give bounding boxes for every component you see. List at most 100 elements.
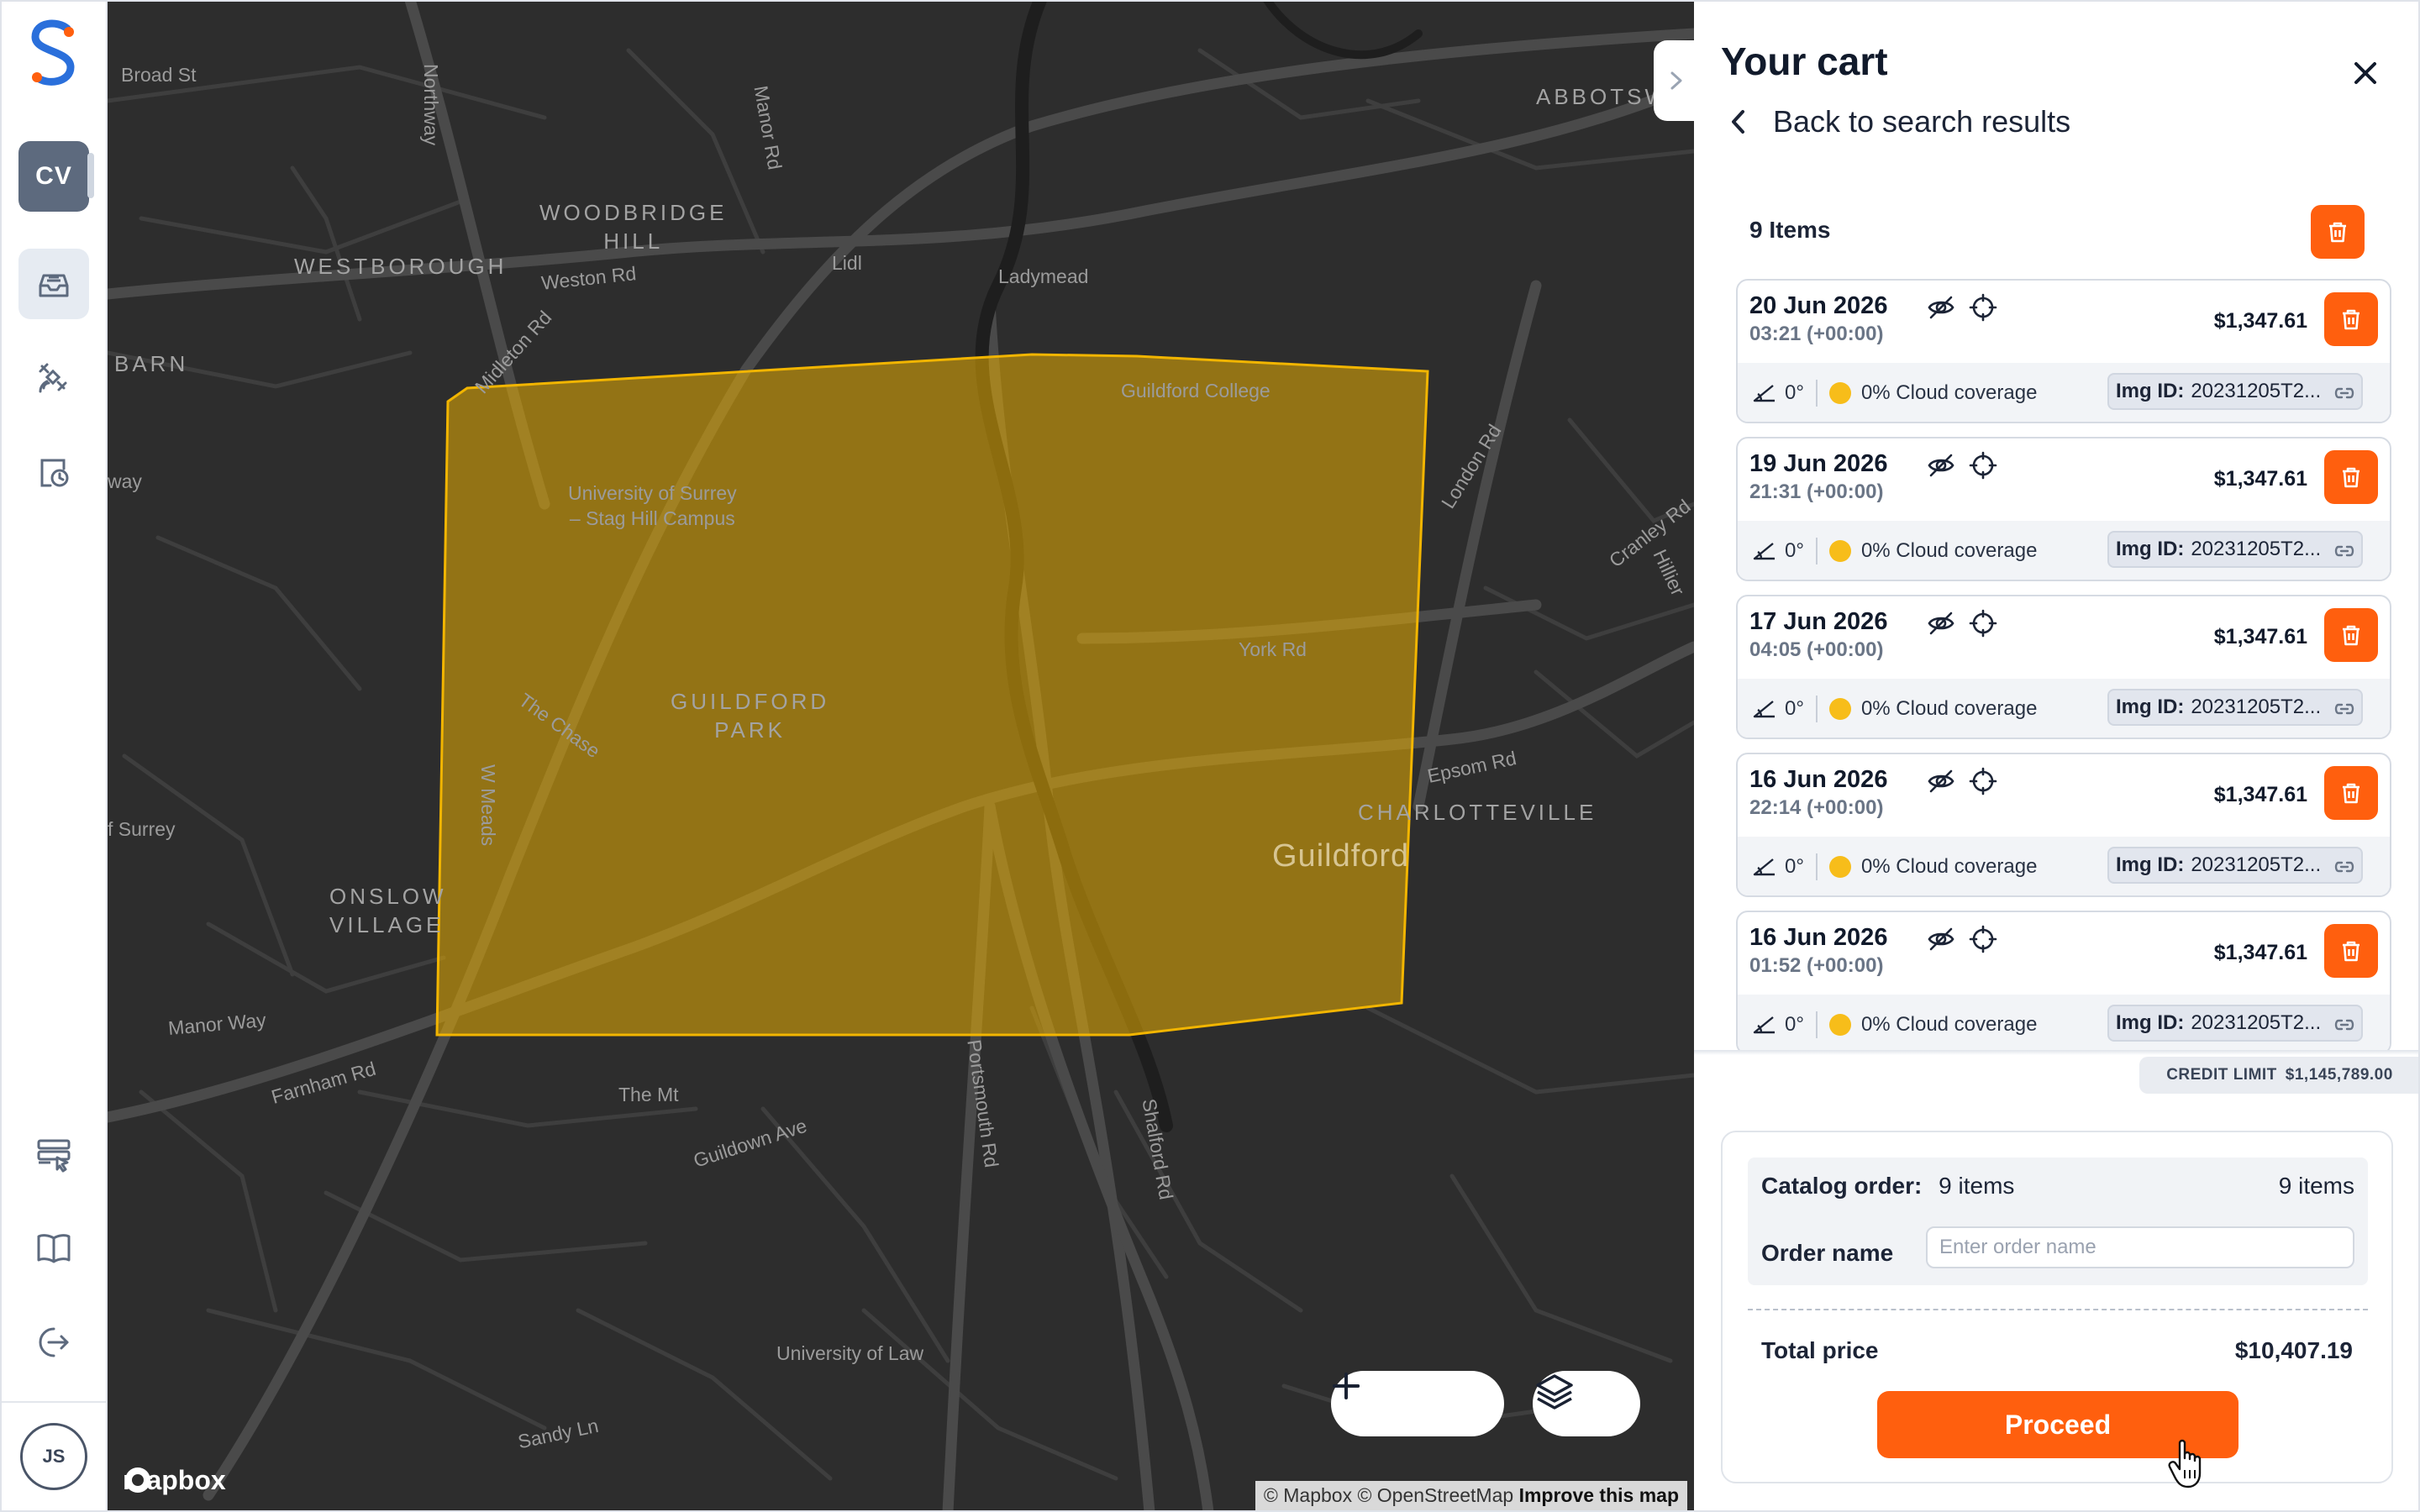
item-metadata: 0° 0% Cloud coverage Img ID: 20231205T2.…: [1738, 521, 2390, 580]
eye-off-icon[interactable]: [1926, 292, 1956, 323]
delete-item-button[interactable]: [2324, 292, 2378, 346]
credit-limit-badge: CREDIT LIMIT $1,145,789.00: [2139, 1057, 2420, 1094]
improve-map-link[interactable]: Improve this map: [1519, 1484, 1679, 1506]
map-label-street: way: [108, 470, 142, 492]
server-cursor-icon[interactable]: [18, 1119, 89, 1189]
map-label-area: WOODBRIDGE HILL: [539, 200, 728, 254]
item-time: 01:52 (+00:00): [1749, 954, 1884, 977]
crosshair-icon[interactable]: [1968, 766, 1998, 796]
image-id-value: 20231205T2...: [2191, 853, 2322, 876]
delete-all-button[interactable]: [2311, 205, 2365, 259]
trash-icon: [2343, 625, 2360, 646]
close-cart-button[interactable]: [2344, 52, 2386, 94]
map-label-street: Ladymead: [998, 265, 1089, 287]
cloud-status-dot: [1828, 540, 1851, 562]
cloud-coverage-value: 0% Cloud coverage: [1860, 539, 2038, 562]
cart-item[interactable]: 16 Jun 2026 22:14 (+00:00) $1,347.61 0° …: [1736, 753, 2391, 897]
trash-icon: [2343, 783, 2360, 804]
image-id-chip[interactable]: Img ID: 20231205T2...: [2107, 1005, 2363, 1042]
cloud-coverage: 0% Cloud coverage: [1828, 381, 2038, 405]
item-actions: [1926, 292, 1998, 323]
cloud-coverage: 0% Cloud coverage: [1828, 855, 2038, 879]
zoom-out-button[interactable]: [1333, 1378, 1407, 1429]
off-nadir-angle: 0°: [1751, 855, 1804, 879]
item-date: 20 Jun 2026: [1749, 292, 1888, 319]
sidebar-divider: [0, 1401, 108, 1403]
map-layers-button[interactable]: [1533, 1371, 1640, 1436]
link-icon[interactable]: [2333, 697, 2356, 721]
crosshair-icon[interactable]: [1968, 450, 1998, 480]
cloud-coverage-value: 0% Cloud coverage: [1860, 381, 2038, 404]
user-avatar[interactable]: JS: [20, 1423, 87, 1490]
angle-value: 0°: [1785, 855, 1804, 878]
eye-off-icon[interactable]: [1926, 450, 1956, 480]
order-name-input[interactable]: [1926, 1226, 2354, 1268]
plus-icon: [1333, 1373, 1360, 1399]
map-label-area: BARN: [114, 351, 189, 376]
eye-off-icon[interactable]: [1926, 608, 1956, 638]
crosshair-icon[interactable]: [1968, 292, 1998, 323]
cart-item[interactable]: 19 Jun 2026 21:31 (+00:00) $1,347.61 0° …: [1736, 437, 2391, 581]
map-label-street: Broad St: [121, 64, 197, 86]
back-to-results-link[interactable]: Back to search results: [1729, 104, 2070, 139]
clock-history-icon[interactable]: [18, 437, 89, 507]
angle-icon: [1753, 385, 1775, 402]
link-icon[interactable]: [2333, 1013, 2356, 1037]
map-view[interactable]: Broad St Northway Manor Rd WOODBRIDGE HI…: [108, 0, 1694, 1512]
order-summary: Catalog order: 9 items 9 items Order nam…: [1721, 1131, 2393, 1488]
map-label-street: Northway: [420, 64, 442, 146]
organization-badge[interactable]: CV: [18, 141, 89, 212]
image-id-chip[interactable]: Img ID: 20231205T2...: [2107, 531, 2363, 568]
catalog-order-label: Catalog order:: [1761, 1173, 1923, 1199]
logout-icon[interactable]: [18, 1307, 89, 1378]
link-icon[interactable]: [2333, 855, 2356, 879]
app-logo[interactable]: [25, 18, 81, 89]
image-id-chip[interactable]: Img ID: 20231205T2...: [2107, 689, 2363, 726]
map-label-street: The Mt: [618, 1084, 679, 1105]
image-id-chip[interactable]: Img ID: 20231205T2...: [2107, 847, 2363, 884]
cart-item[interactable]: 16 Jun 2026 01:52 (+00:00) $1,347.61 0° …: [1736, 911, 2391, 1055]
map-label-poi: Lidl: [832, 252, 862, 274]
chevron-left-icon: [1732, 110, 1744, 134]
cloud-coverage-value: 0% Cloud coverage: [1860, 855, 2038, 878]
attribution-text[interactable]: © Mapbox © OpenStreetMap: [1264, 1484, 1513, 1506]
metadata-separator: [1815, 380, 1818, 407]
cart-panel: Your cart Back to search results 9 Items…: [1694, 0, 2420, 1512]
cloud-coverage-value: 0% Cloud coverage: [1860, 697, 2038, 720]
cloud-status-dot: [1828, 1014, 1851, 1036]
off-nadir-angle: 0°: [1751, 381, 1804, 405]
zoom-in-button[interactable]: [1333, 1373, 1479, 1429]
cloud-status-dot: [1828, 382, 1851, 404]
book-icon[interactable]: [18, 1213, 89, 1284]
metadata-separator: [1815, 1011, 1818, 1038]
map-label-area: ABBOTSW: [1536, 84, 1670, 109]
catalog-order-value: 9 items: [1939, 1173, 2015, 1199]
crosshair-icon[interactable]: [1968, 924, 1998, 954]
mapbox-logo[interactable]: mapbox: [123, 1465, 226, 1496]
delete-item-button[interactable]: [2324, 450, 2378, 504]
delete-item-button[interactable]: [2324, 608, 2378, 662]
link-icon[interactable]: [2333, 539, 2356, 563]
cart-item[interactable]: 20 Jun 2026 03:21 (+00:00) $1,347.61 0° …: [1736, 279, 2391, 423]
credit-limit-label: CREDIT LIMIT: [2166, 1066, 2277, 1084]
link-icon[interactable]: [2333, 381, 2356, 405]
delete-item-button[interactable]: [2324, 924, 2378, 978]
map-label-area: WESTBOROUGH: [294, 254, 508, 279]
item-actions: [1926, 450, 1998, 480]
angle-value: 0°: [1785, 381, 1804, 404]
item-date: 16 Jun 2026: [1749, 924, 1888, 951]
image-id-label: Img ID:: [2116, 853, 2185, 876]
image-id-chip[interactable]: Img ID: 20231205T2...: [2107, 373, 2363, 410]
satellite-icon[interactable]: [18, 343, 89, 413]
eye-off-icon[interactable]: [1926, 766, 1956, 796]
cart-item[interactable]: 17 Jun 2026 04:05 (+00:00) $1,347.61 0° …: [1736, 595, 2391, 739]
delete-item-button[interactable]: [2324, 766, 2378, 820]
image-id-label: Img ID:: [2116, 380, 2185, 402]
item-actions: [1926, 766, 1998, 796]
total-price-value: $10,407.19: [2234, 1337, 2353, 1363]
eye-off-icon[interactable]: [1926, 924, 1956, 954]
crosshair-icon[interactable]: [1968, 608, 1998, 638]
inbox-tray-icon[interactable]: [18, 249, 89, 319]
collapse-panel-button[interactable]: [1654, 40, 1699, 121]
image-id-label: Img ID:: [2116, 538, 2185, 560]
